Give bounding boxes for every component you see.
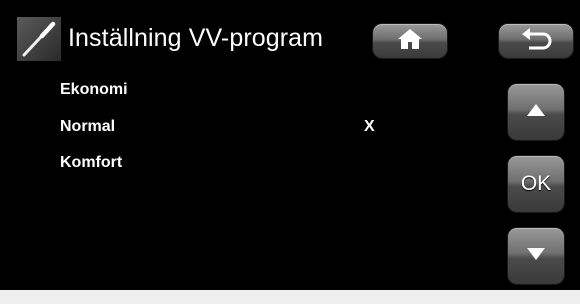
- menu-item-normal[interactable]: Normal X: [60, 118, 440, 142]
- menu-item-komfort[interactable]: Komfort: [60, 154, 440, 178]
- home-button[interactable]: [373, 24, 447, 58]
- home-icon: [397, 28, 423, 55]
- arrow-down-icon: [525, 246, 547, 267]
- down-button[interactable]: [508, 228, 564, 284]
- ok-label: OK: [520, 172, 552, 195]
- back-arrow-icon: [519, 27, 553, 55]
- ok-button[interactable]: OK: [508, 156, 564, 212]
- bottom-border: [0, 290, 580, 304]
- selection-mark: X: [364, 118, 375, 135]
- menu-item-label: Komfort: [60, 154, 123, 171]
- menu-item-ekonomi[interactable]: Ekonomi: [60, 81, 440, 105]
- page-title: Inställning VV-program: [68, 24, 324, 52]
- up-button[interactable]: [508, 84, 564, 140]
- back-button[interactable]: [499, 24, 573, 58]
- menu-item-label: Ekonomi: [60, 81, 128, 98]
- arrow-up-icon: [525, 102, 547, 123]
- thermometer-probe-icon: [17, 17, 61, 61]
- screen: Inställning VV-program Ekonomi Normal X …: [0, 0, 580, 304]
- menu-item-label: Normal: [60, 118, 116, 135]
